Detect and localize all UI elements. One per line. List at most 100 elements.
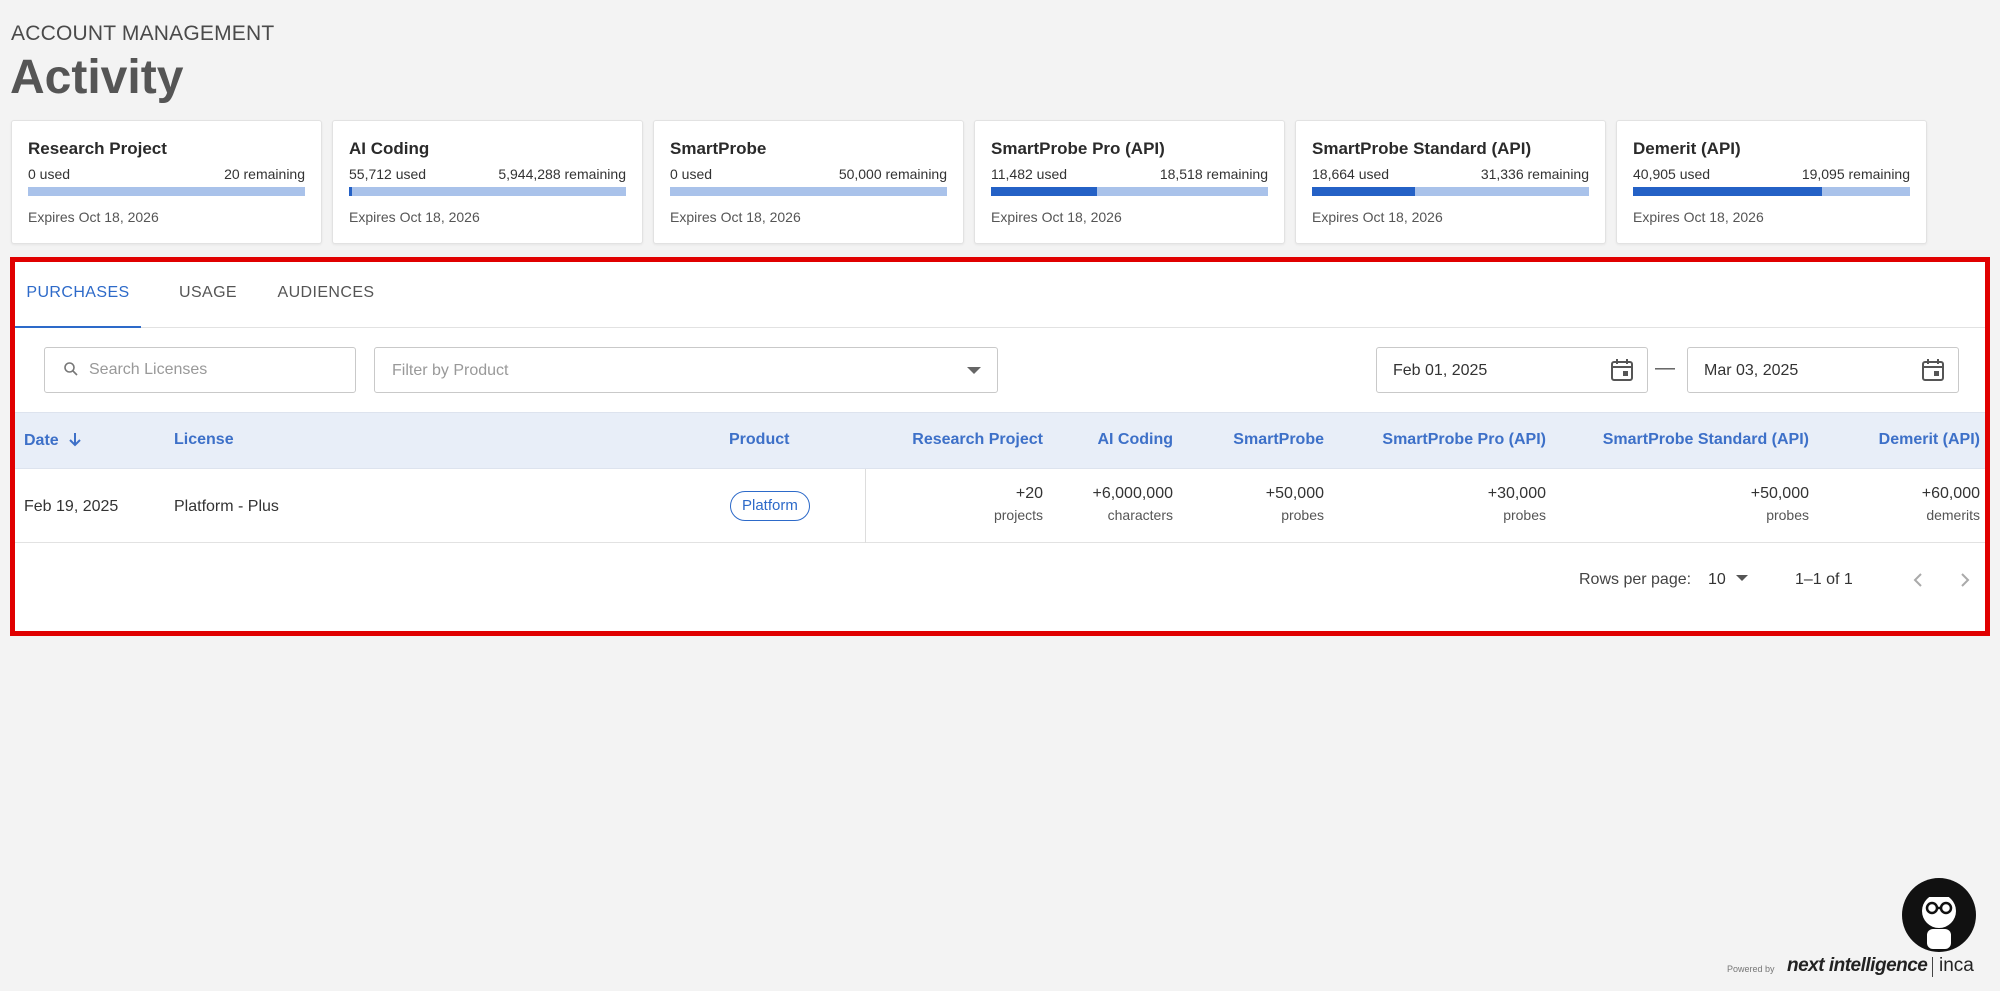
card-used: 18,664 used (1312, 166, 1390, 182)
cell-unit: probes (1503, 507, 1546, 523)
cell-smartprobe: +50,000 probes (1266, 485, 1324, 523)
usage-bar (991, 187, 1268, 196)
column-header-demerit[interactable]: Demerit (API) (1879, 431, 1980, 449)
card-remaining: 31,336 remaining (1480, 166, 1589, 182)
tab-purchases[interactable]: PURCHASES (15, 262, 141, 328)
card-expires: Expires Oct 18, 2026 (1312, 209, 1443, 225)
cell-research-project: +20 projects (994, 485, 1043, 523)
column-header-ai-coding[interactable]: AI Coding (1097, 431, 1173, 449)
activity-panel: PURCHASES USAGE AUDIENCES Filter by Prod… (10, 257, 1990, 636)
card-used: 40,905 used (1633, 166, 1711, 182)
date-from-value: Feb 01, 2025 (1393, 362, 1488, 379)
powered-by-label: Powered by (1727, 964, 1775, 974)
cell-smartprobe-pro: +30,000 probes (1488, 485, 1546, 523)
license-card-smartprobe: SmartProbe 0 used 50,000 remaining Expir… (653, 120, 964, 244)
arrow-down-icon[interactable] (67, 431, 83, 447)
assistant-avatar-button[interactable] (1901, 877, 1977, 953)
column-header-license[interactable]: License (174, 431, 234, 449)
cell-value: +50,000 (1750, 485, 1809, 502)
card-used: 0 used (28, 166, 71, 182)
license-card-smartprobe-pro: SmartProbe Pro (API) 11,482 used 18,518 … (974, 120, 1285, 244)
license-card-smartprobe-standard: SmartProbe Standard (API) 18,664 used 31… (1295, 120, 1606, 244)
cell-date: Feb 19, 2025 (24, 498, 119, 515)
chevron-down-icon (1735, 575, 1748, 581)
license-card-ai-coding: AI Coding 55,712 used 5,944,288 remainin… (332, 120, 643, 244)
license-card-research-project: Research Project 0 used 20 remaining Exp… (11, 120, 322, 244)
card-remaining: 18,518 remaining (1159, 166, 1268, 182)
column-header-product[interactable]: Product (729, 431, 789, 449)
pagination-range: 1–1 of 1 (1795, 571, 1853, 588)
chevron-down-icon (967, 367, 981, 374)
table-row[interactable]: Feb 19, 2025 Platform - Plus Platform +2… (15, 469, 1985, 543)
usage-bar (349, 187, 626, 196)
usage-bar-fill (1633, 187, 1822, 196)
calendar-icon[interactable] (1609, 357, 1635, 383)
date-from-field[interactable]: Feb 01, 2025 (1376, 347, 1648, 393)
date-to-field[interactable]: Mar 03, 2025 (1687, 347, 1959, 393)
cell-unit: projects (993, 507, 1043, 523)
product-filter-placeholder: Filter by Product (392, 362, 509, 379)
rows-per-page-value: 10 (1708, 571, 1726, 588)
card-remaining: 19,095 remaining (1801, 166, 1910, 182)
cell-demerit: +60,000 demerits (1922, 485, 1980, 523)
chevron-right-icon (1961, 573, 1970, 587)
cell-value: +20 (1015, 485, 1043, 502)
column-header-smartprobe-pro[interactable]: SmartProbe Pro (API) (1382, 431, 1546, 449)
tab-audiences[interactable]: AUDIENCES (261, 262, 391, 328)
cell-unit: probes (1281, 507, 1324, 523)
search-input[interactable] (89, 348, 349, 392)
cell-unit: characters (1107, 507, 1173, 523)
next-page-button[interactable] (1950, 565, 1980, 595)
usage-bar (1312, 187, 1589, 196)
card-remaining: 50,000 remaining (838, 166, 947, 182)
column-header-research-project[interactable]: Research Project (912, 431, 1043, 449)
tab-usage[interactable]: USAGE (163, 262, 253, 328)
tab-bar: PURCHASES USAGE AUDIENCES (15, 262, 1985, 328)
card-remaining: 20 remaining (224, 166, 305, 182)
row-divider (865, 469, 866, 543)
card-title: SmartProbe (670, 139, 767, 158)
cell-value: +6,000,000 (1092, 485, 1173, 502)
card-expires: Expires Oct 18, 2026 (1633, 209, 1764, 225)
card-remaining: 5,944,288 remaining (498, 166, 626, 182)
table-header: Date License Product Research Project AI… (15, 412, 1985, 469)
column-header-label: Date (24, 432, 59, 449)
cell-value: +50,000 (1265, 485, 1324, 502)
card-title: AI Coding (349, 139, 430, 158)
cell-smartprobe-standard: +50,000 probes (1751, 485, 1809, 523)
usage-bar (670, 187, 947, 196)
cell-value: +60,000 (1921, 485, 1980, 502)
search-box[interactable] (44, 347, 356, 393)
column-header-date[interactable]: Date (24, 431, 83, 450)
card-expires: Expires Oct 18, 2026 (670, 209, 801, 225)
card-used: 11,482 used (991, 166, 1068, 182)
card-title: Research Project (28, 139, 167, 158)
robot-face-icon (1902, 878, 1976, 952)
usage-bar (28, 187, 305, 196)
license-card-demerit: Demerit (API) 40,905 used 19,095 remaini… (1616, 120, 1927, 244)
brand-name: next intelligence (1787, 955, 1928, 976)
cell-ai-coding: +6,000,000 characters (1092, 485, 1173, 523)
search-icon (63, 361, 79, 377)
card-expires: Expires Oct 18, 2026 (349, 209, 480, 225)
product-filter-select[interactable]: Filter by Product (374, 347, 998, 393)
page-eyebrow: ACCOUNT MANAGEMENT (11, 22, 275, 45)
cell-license: Platform - Plus (174, 498, 279, 515)
usage-bar (1633, 187, 1910, 196)
column-header-smartprobe[interactable]: SmartProbe (1233, 431, 1324, 449)
rows-per-page-select[interactable]: 10 (1708, 571, 1748, 589)
calendar-icon[interactable] (1920, 357, 1946, 383)
chevron-left-icon (1913, 573, 1922, 587)
cell-unit: probes (1766, 507, 1809, 523)
card-used: 55,712 used (349, 166, 427, 182)
column-header-smartprobe-standard[interactable]: SmartProbe Standard (API) (1603, 431, 1809, 449)
product-chip: Platform (730, 491, 810, 521)
usage-bar-fill (1312, 187, 1416, 196)
date-to-value: Mar 03, 2025 (1704, 362, 1799, 379)
usage-bar-fill (991, 187, 1097, 196)
brand-divider (1932, 957, 1933, 977)
previous-page-button[interactable] (1903, 565, 1933, 595)
card-title: SmartProbe Standard (API) (1312, 139, 1532, 158)
usage-bar-fill (349, 187, 352, 196)
page-title: Activity (10, 51, 184, 104)
